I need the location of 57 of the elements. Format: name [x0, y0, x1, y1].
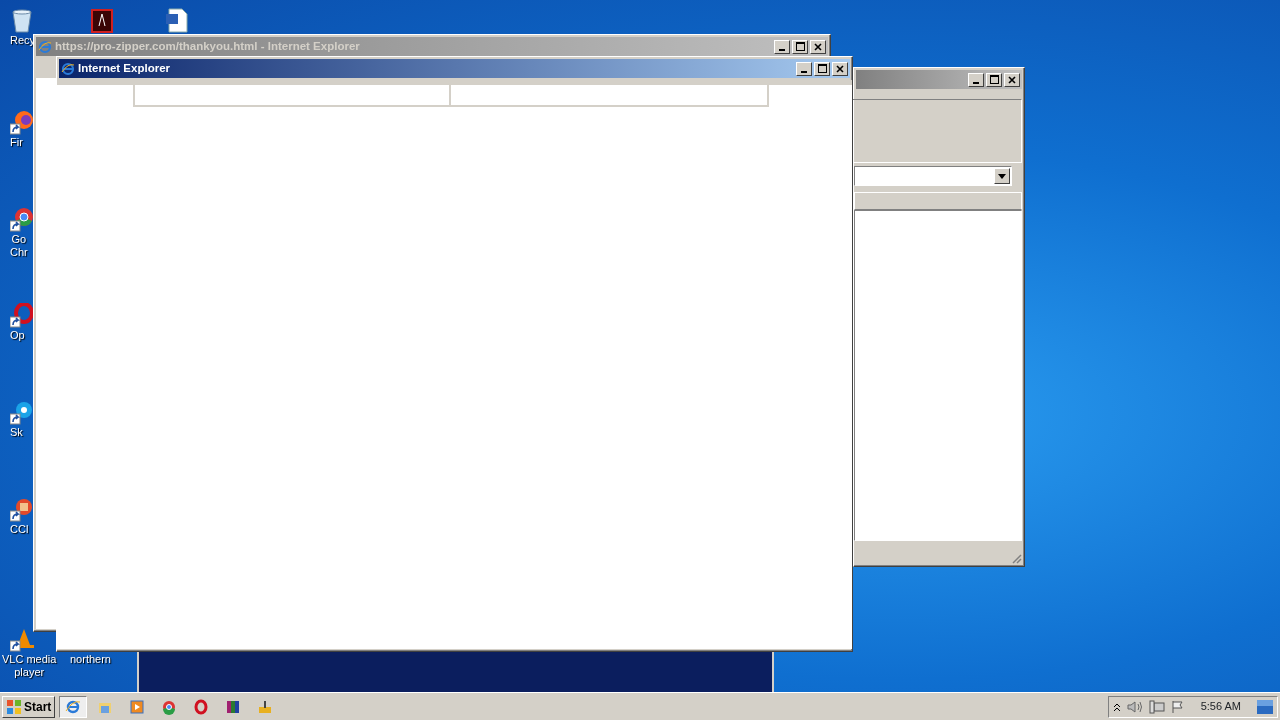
resize-grip-icon[interactable]: [1010, 552, 1022, 564]
maximize-icon: [817, 64, 827, 73]
icon-label[interactable]: Op: [10, 329, 25, 342]
show-desktop-icon[interactable]: [1257, 699, 1273, 714]
speaker-icon[interactable]: [1126, 699, 1143, 714]
installer-icon: [257, 698, 274, 715]
document-icon[interactable]: [90, 8, 114, 34]
dropdown-button[interactable]: [994, 168, 1010, 184]
window-title: https://pro-zipper.com/thankyou.html - Internet Explorer: [55, 38, 360, 54]
ring-icon[interactable]: [10, 303, 34, 329]
document-icon[interactable]: [165, 8, 189, 34]
window-title: Internet Explorer: [78, 60, 171, 76]
combo-box[interactable]: [854, 166, 1012, 186]
maximize-button[interactable]: [814, 61, 830, 76]
icon-label[interactable]: Sk: [10, 426, 23, 439]
browser-logo-icon: [61, 61, 75, 76]
windows-logo-icon: [6, 698, 22, 715]
icon-label[interactable]: CCl: [10, 523, 29, 536]
icon-label[interactable]: northern: [70, 653, 111, 666]
close-icon: [814, 42, 822, 51]
minimize-button[interactable]: [968, 72, 984, 87]
clock[interactable]: 5:56 AM: [1190, 698, 1251, 715]
globe-icon: [161, 698, 178, 715]
flag-icon[interactable]: [1170, 699, 1185, 714]
icon-label[interactable]: Go Chr: [10, 233, 28, 259]
start-button[interactable]: Start: [2, 695, 56, 718]
close-button[interactable]: [832, 61, 848, 76]
minimize-icon: [801, 70, 807, 73]
maximize-button[interactable]: [792, 39, 808, 54]
maximize-button[interactable]: [986, 72, 1002, 87]
close-button[interactable]: [1004, 72, 1020, 87]
books-icon: [225, 698, 242, 715]
play-icon: [129, 698, 146, 715]
globe-icon[interactable]: [10, 110, 34, 136]
caret-icon: [998, 173, 1006, 179]
icon-label[interactable]: VLC media player: [2, 653, 57, 679]
recycle-bin-icon[interactable]: [10, 8, 34, 34]
network-icon[interactable]: [1148, 699, 1165, 714]
taskbar-button[interactable]: [59, 695, 88, 718]
minimize-icon: [973, 81, 979, 84]
chevron-up-icon[interactable]: [1112, 701, 1121, 712]
close-button[interactable]: [810, 39, 826, 54]
browser-logo-icon: [38, 39, 52, 54]
cloud-icon[interactable]: [10, 400, 34, 426]
close-icon: [836, 64, 844, 73]
globe-icon[interactable]: [10, 207, 34, 233]
maximize-icon: [989, 75, 999, 84]
ring-icon: [193, 698, 210, 715]
icon-label[interactable]: Fir: [10, 136, 23, 149]
minimize-button[interactable]: [796, 61, 812, 76]
cone-icon[interactable]: [10, 627, 34, 653]
close-icon: [1008, 75, 1016, 84]
maximize-icon: [795, 42, 805, 51]
minimize-icon: [779, 48, 785, 51]
browser-icon: [65, 698, 82, 715]
brush-icon[interactable]: [10, 497, 34, 523]
minimize-button[interactable]: [774, 39, 790, 54]
